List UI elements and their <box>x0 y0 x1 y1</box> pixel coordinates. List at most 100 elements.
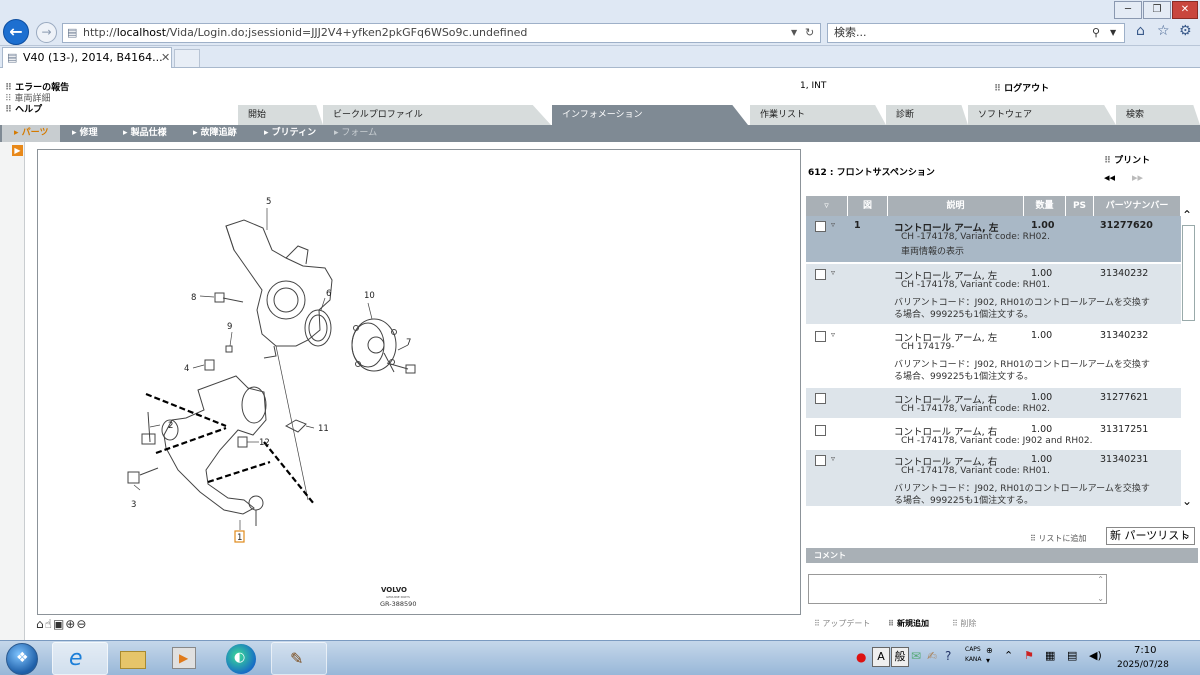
pan-hand-icon[interactable]: ☝ <box>45 617 53 631</box>
callout-7[interactable]: 7 <box>406 338 411 348</box>
filter-icon[interactable]: ▿ <box>831 268 835 277</box>
col-partnumber-header[interactable]: パーツナンバー <box>1094 196 1181 216</box>
scroll-up-icon[interactable]: ⌃ <box>1182 208 1192 222</box>
row-checkbox[interactable] <box>815 393 826 404</box>
taskbar-explorer-button[interactable] <box>118 645 148 671</box>
home-view-icon[interactable]: ⌂ <box>36 617 45 631</box>
alert-icon[interactable]: ● <box>856 650 866 664</box>
minimize-button[interactable]: ─ <box>1114 1 1142 19</box>
table-row[interactable]: コントロール アーム, 右 1.00 31317251 CH -174178, Var… <box>806 420 1181 448</box>
table-row[interactable]: ▿ コントロール アーム, 右 1.00 31340231 CH -174178, Va… <box>806 450 1181 506</box>
row-checkbox[interactable] <box>815 425 826 436</box>
zoom-out-icon[interactable]: ⊖ <box>76 617 87 631</box>
callout-6[interactable]: 6 <box>326 289 331 299</box>
vehicle-info-link[interactable]: 車両情報の表示 <box>901 244 964 257</box>
filter-icon[interactable]: ▿ <box>831 330 835 339</box>
delete-link[interactable]: ⠿ 削除 <box>952 618 976 629</box>
back-button[interactable]: ← <box>3 19 29 45</box>
tray-overflow-icon[interactable]: ⌃ <box>1004 649 1013 662</box>
ime-pad-icon[interactable]: ✍ <box>927 649 937 663</box>
print-link[interactable]: ⠿ プリント <box>1104 153 1150 166</box>
tray-expand-icon[interactable]: ▾ <box>986 656 990 665</box>
row-checkbox[interactable] <box>815 331 826 342</box>
ime-kanji[interactable]: 般 <box>891 647 909 667</box>
logout-link[interactable]: ⠿ ログアウト <box>994 81 1049 94</box>
taskbar-paint-button[interactable]: ✎ <box>271 642 327 675</box>
filter-icon[interactable]: ▿ <box>831 220 835 229</box>
tab-work-list[interactable]: 作業リスト <box>750 105 886 125</box>
search-icon[interactable]: ⚲ <box>1092 24 1100 42</box>
help-link[interactable]: ⠿ ヘルプ <box>5 102 42 115</box>
restore-button[interactable]: ❐ <box>1143 1 1171 19</box>
device-icon[interactable]: ▦ <box>1045 649 1055 662</box>
favorites-star-icon[interactable]: ☆ <box>1157 23 1170 39</box>
callout-4[interactable]: 4 <box>184 364 189 374</box>
home-icon[interactable]: ⌂ <box>1136 23 1145 39</box>
table-row[interactable]: ▿ コントロール アーム, 左 1.00 31340232 CH 174179- バリアン… <box>806 326 1181 386</box>
volume-icon[interactable]: ◀) <box>1089 649 1102 662</box>
col-figure-header[interactable]: 図 <box>848 196 888 216</box>
subtab-repair[interactable]: ▸ 修理 <box>72 125 98 142</box>
callout-12[interactable]: 12 <box>259 438 270 448</box>
search-input[interactable]: 検索... ⚲ ▼ <box>827 23 1125 43</box>
action-center-icon[interactable]: ⚑ <box>1024 649 1034 662</box>
add-to-list-link[interactable]: ⠿ リストに追加 <box>1030 533 1086 544</box>
subtab-parts[interactable]: ▸ パーツ <box>2 125 60 142</box>
col-quantity-header[interactable]: 数量 <box>1024 196 1066 216</box>
subtab-forms[interactable]: ▸ フォーム <box>334 125 377 142</box>
previous-page-icon[interactable]: ◂◂ <box>1104 171 1115 184</box>
zoom-in-icon[interactable]: ⊕ <box>65 617 76 631</box>
table-row[interactable]: ▿ 1 コントロール アーム, 左 1.00 31277620 CH -174178, V… <box>806 216 1181 262</box>
taskbar-edge-button[interactable]: ◐ <box>226 644 256 674</box>
callout-5[interactable]: 5 <box>266 197 271 207</box>
filter-icon[interactable]: ▿ <box>831 454 835 463</box>
expand-panel-icon[interactable]: ▶ <box>12 145 23 156</box>
taskbar-ie-button[interactable]: e <box>52 642 108 675</box>
callout-10[interactable]: 10 <box>364 291 375 301</box>
tab-vehicle-profile[interactable]: ビークルプロファイル <box>323 105 551 125</box>
comment-textarea[interactable]: ⌃ ⌄ <box>808 574 1107 604</box>
callout-11[interactable]: 11 <box>318 424 329 434</box>
clock-time[interactable]: 7:10 <box>1134 645 1156 656</box>
update-link[interactable]: ⠿ アップデート <box>814 618 870 629</box>
col-description-header[interactable]: 説明 <box>888 196 1024 216</box>
tab-information[interactable]: インフォメーション <box>552 105 748 125</box>
tab-diagnostics[interactable]: 診断 <box>886 105 968 125</box>
add-new-link[interactable]: ⠿ 新規追加 <box>888 618 929 629</box>
refresh-icon[interactable]: ↻ <box>805 24 814 42</box>
callout-2[interactable]: 2 <box>168 421 173 431</box>
parts-list-select[interactable]: 新 パーツリスト ⌄ <box>1106 527 1195 545</box>
row-checkbox[interactable] <box>815 221 826 232</box>
start-button[interactable]: ❖ <box>6 643 38 675</box>
scroll-thumb[interactable] <box>1182 225 1195 321</box>
row-checkbox[interactable] <box>815 269 826 280</box>
table-row[interactable]: ▿ コントロール アーム, 左 1.00 31340232 CH -174178, Va… <box>806 264 1181 324</box>
parts-scrollbar[interactable]: ⌃ ⌄ <box>1182 208 1196 513</box>
next-page-icon[interactable]: ▸▸ <box>1132 171 1143 184</box>
fit-window-icon[interactable]: ▣ <box>53 617 65 631</box>
callout-8[interactable]: 8 <box>191 293 196 303</box>
subtab-specifications[interactable]: ▸ 製品仕様 <box>123 125 167 142</box>
col-ps-header[interactable]: PS <box>1066 196 1094 216</box>
parts-diagram[interactable]: 5 8 9 4 2 3 12 11 6 10 7 1 VOLVO GENUINE… <box>37 149 801 615</box>
clock-date[interactable]: 2025/07/28 <box>1117 660 1169 670</box>
close-window-button[interactable]: ✕ <box>1172 1 1198 19</box>
tab-search[interactable]: 検索 <box>1116 105 1200 125</box>
ime-mode[interactable]: A <box>872 647 890 667</box>
ime-tool-icon[interactable]: ✉ <box>911 649 921 663</box>
network-icon[interactable]: ▤ <box>1067 649 1077 662</box>
close-tab-icon[interactable]: ✕ <box>161 48 170 67</box>
browser-tab[interactable]: ▤ V40 (13-), 2014, B4164... ✕ <box>2 47 172 68</box>
dropdown-icon[interactable]: ▼ <box>791 24 797 42</box>
taskbar-media-player-button[interactable]: ▶ <box>172 647 196 669</box>
address-bar[interactable]: ▤ http://localhost/Vida/Login.do;jsessio… <box>62 23 821 43</box>
subtab-bulletin[interactable]: ▸ ブリティン <box>264 125 316 142</box>
callout-9[interactable]: 9 <box>227 322 232 332</box>
tab-software[interactable]: ソフトウェア <box>968 105 1116 125</box>
search-dropdown-icon[interactable]: ▼ <box>1110 24 1116 42</box>
callout-3[interactable]: 3 <box>131 500 136 510</box>
callout-1[interactable]: 1 <box>237 533 242 543</box>
help-icon[interactable]: ? <box>945 649 951 663</box>
subtab-troubleshooting[interactable]: ▸ 故障追跡 <box>193 125 237 142</box>
settings-gear-icon[interactable]: ⚙ <box>1179 23 1192 39</box>
